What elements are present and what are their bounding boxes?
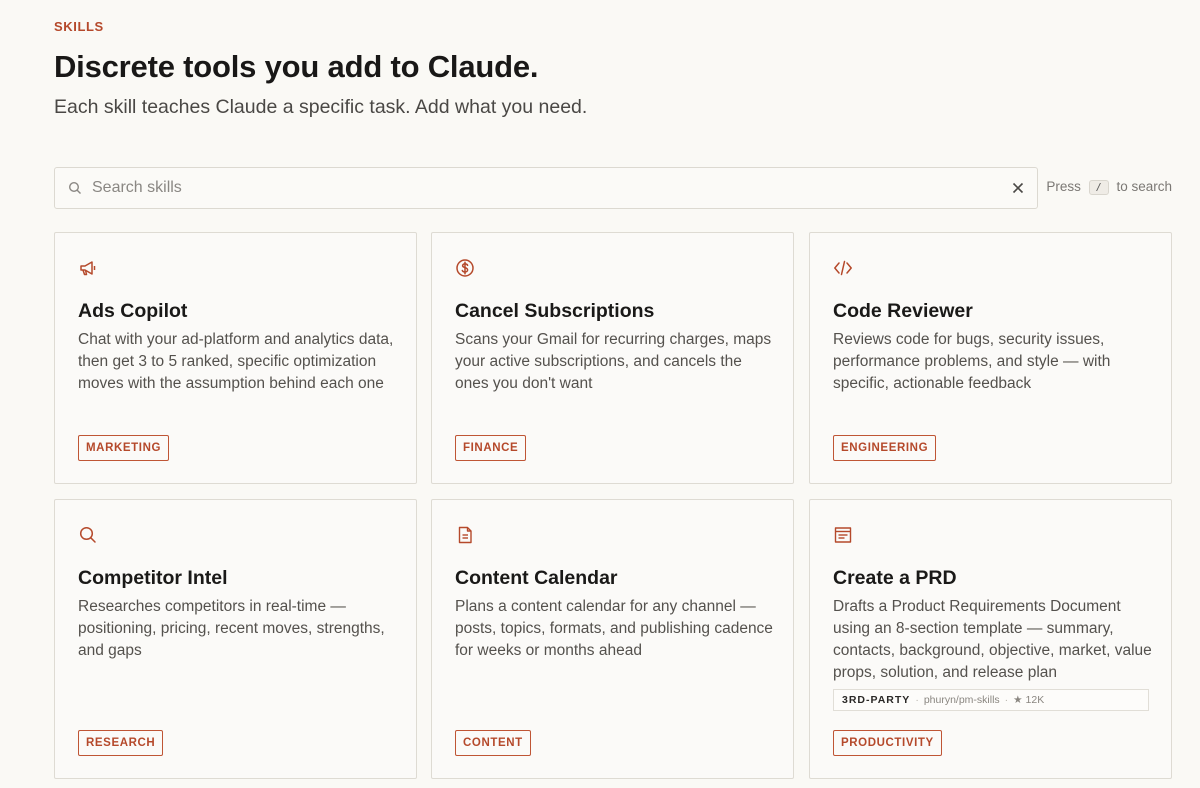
search-icon	[68, 181, 81, 194]
skill-title: Create a PRD	[833, 567, 957, 589]
megaphone-icon	[80, 261, 96, 276]
category-tag[interactable]: RESEARCH	[78, 730, 164, 756]
dollar-circle-icon	[456, 259, 474, 277]
third-party-badge: 3RD-PARTY	[842, 694, 911, 706]
skill-title: Competitor Intel	[78, 567, 228, 589]
skill-description: Scans your Gmail for recurring charges, …	[455, 331, 772, 392]
skill-title: Code Reviewer	[833, 300, 973, 322]
category-tag[interactable]: MARKETING	[78, 435, 170, 461]
source-repo: phuryn/pm-skills	[923, 694, 1000, 706]
search-input[interactable]	[92, 168, 992, 208]
skill-card-ads-copilot[interactable]: Ads Copilot Chat with your ad-platform a…	[54, 232, 417, 484]
hint-suffix: to search	[1116, 179, 1172, 194]
skill-title: Content Calendar	[455, 567, 618, 589]
search-icon	[79, 526, 96, 543]
document-icon	[458, 526, 472, 544]
skill-card-cancel-subscriptions[interactable]: Cancel Subscriptions Scans your Gmail fo…	[431, 232, 794, 484]
skill-description: Reviews code for bugs, security issues, …	[833, 331, 1111, 392]
star-icon: ★	[1013, 694, 1023, 706]
category-tag[interactable]: FINANCE	[455, 435, 527, 461]
skill-card-code-reviewer[interactable]: Code Reviewer Reviews code for bugs, sec…	[809, 232, 1172, 484]
code-icon	[834, 260, 852, 276]
category-tag[interactable]: ENGINEERING	[833, 435, 937, 461]
star-count: 12K	[1025, 694, 1045, 706]
skill-title: Ads Copilot	[78, 300, 188, 322]
skill-description: Plans a content calendar for any channel…	[455, 598, 773, 659]
shortcut-key: /	[1088, 180, 1109, 195]
browser-window-icon	[834, 527, 852, 543]
skill-description: Drafts a Product Requirements Document u…	[833, 598, 1152, 681]
skill-card-competitor-intel[interactable]: Competitor Intel Researches competitors …	[54, 499, 417, 779]
skill-description: Chat with your ad-platform and analytics…	[78, 331, 394, 392]
skill-title: Cancel Subscriptions	[455, 300, 655, 322]
category-tag[interactable]: CONTENT	[455, 730, 531, 756]
search-box[interactable]	[54, 167, 1038, 209]
page-subtitle: Each skill teaches Claude a specific tas…	[54, 96, 588, 118]
skill-card-content-calendar[interactable]: Content Calendar Plans a content calenda…	[431, 499, 794, 779]
page-title: Discrete tools you add to Claude.	[54, 49, 539, 84]
source-meta[interactable]: 3RD-PARTY · phuryn/pm-skills · ★ 12K	[833, 689, 1149, 711]
search-shortcut-hint: Press / to search	[1046, 179, 1172, 195]
skill-description: Researches competitors in real-time — po…	[78, 598, 385, 659]
clear-search-icon[interactable]	[1011, 181, 1025, 195]
section-eyebrow: SKILLS	[54, 19, 104, 34]
search-row: Press / to search	[54, 167, 1172, 209]
category-tag[interactable]: PRODUCTIVITY	[833, 730, 942, 756]
skill-card-create-a-prd[interactable]: Create a PRD Drafts a Product Requiremen…	[809, 499, 1172, 779]
hint-prefix: Press	[1046, 179, 1081, 194]
